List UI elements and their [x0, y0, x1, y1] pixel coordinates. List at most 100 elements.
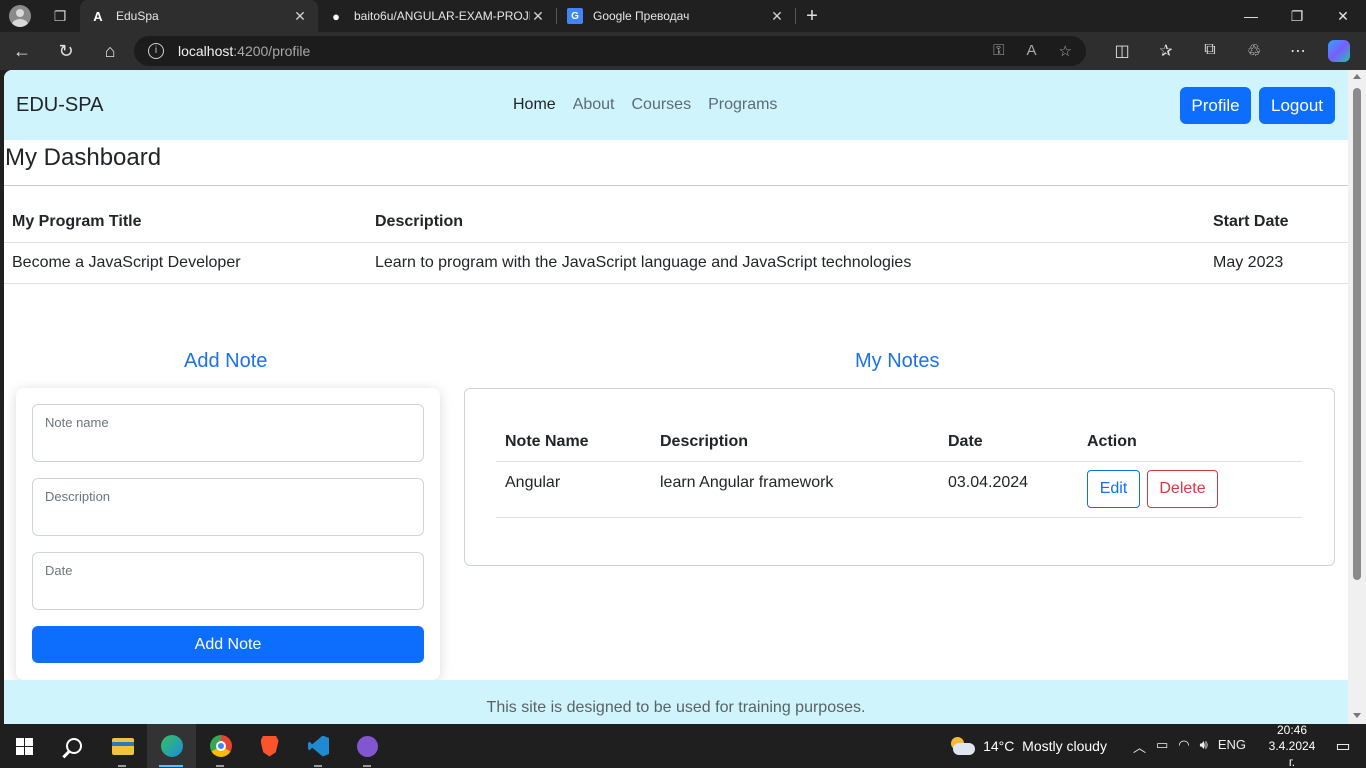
back-icon[interactable]: ← — [0, 32, 44, 70]
favorite-star-icon[interactable]: ☆ — [1059, 42, 1072, 60]
close-tab-icon[interactable]: ✕ — [530, 8, 546, 25]
password-key-icon[interactable]: ⚿ — [993, 42, 1004, 60]
windows-logo-icon — [16, 737, 33, 755]
tab-title: Google Преводач — [593, 9, 690, 23]
url-host: localhost — [178, 43, 234, 59]
close-window-icon[interactable]: ✕ — [1320, 8, 1366, 25]
url-path: :4200/profile — [233, 43, 311, 59]
clock[interactable]: 20:46 3.4.2024 г. — [1264, 722, 1320, 768]
edge-icon — [160, 735, 183, 757]
new-tab-icon[interactable]: + — [796, 5, 828, 28]
angular-icon: A — [93, 8, 103, 24]
browser-tab-strip: ❐ A EduSpa ✕ ● baito6u/ANGULAR-EXAM-PROJ… — [0, 0, 1366, 32]
notifications-icon[interactable]: ▭ — [1320, 736, 1366, 756]
column-header: Note Name — [505, 433, 589, 450]
table-row: Angular learn Angular framework 03.04.20… — [496, 462, 1302, 518]
weather-icon[interactable] — [949, 737, 976, 755]
restore-icon[interactable]: ❐ — [1274, 8, 1320, 25]
weather-text[interactable]: 14°C Mostly cloudy — [983, 738, 1107, 754]
collections-icon[interactable]: ⧉ — [1188, 41, 1232, 61]
profile-button[interactable]: Profile — [1180, 87, 1251, 124]
note-name-cell: Angular — [505, 474, 561, 491]
address-bar-row: ← ↻ ⌂ i localhost:4200/profile ⚿ A ☆ ◫ ✰… — [0, 32, 1366, 70]
browser-tab-github[interactable]: ● baito6u/ANGULAR-EXAM-PROJE ✕ — [318, 0, 556, 32]
browser-tab-eduspa[interactable]: A EduSpa ✕ — [80, 0, 318, 32]
minimize-icon[interactable]: — — [1228, 8, 1274, 25]
nav-link-programs[interactable]: Programs — [708, 96, 777, 114]
edge-taskbar-button[interactable] — [147, 724, 196, 768]
volume-icon[interactable]: 🔊︎ — [1200, 737, 1208, 756]
vscode-taskbar-button[interactable] — [294, 724, 343, 768]
search-button[interactable] — [49, 724, 98, 768]
table-header-row: Note Name Description Date Action — [496, 424, 1302, 462]
note-name-placeholder: Note name — [45, 415, 109, 430]
file-explorer-button[interactable] — [98, 724, 147, 768]
workspaces-icon[interactable]: ❐ — [40, 0, 80, 32]
note-date-cell: 03.04.2024 — [948, 474, 1029, 491]
language-indicator[interactable]: ENG — [1218, 737, 1246, 756]
site-info-icon[interactable]: i — [148, 43, 164, 59]
favorites-icon[interactable]: ✰ — [1144, 41, 1188, 61]
tab-title: EduSpa — [116, 9, 159, 23]
battery-icon[interactable]: ▭ — [1156, 737, 1168, 756]
folder-icon — [111, 737, 134, 755]
read-aloud-icon[interactable]: A — [1027, 42, 1037, 60]
nav-link-about[interactable]: About — [573, 96, 615, 114]
chevron-up-icon[interactable]: ︿ — [1133, 737, 1146, 756]
page-title: My Dashboard — [5, 144, 162, 171]
close-tab-icon[interactable]: ✕ — [769, 8, 785, 25]
home-icon[interactable]: ⌂ — [88, 32, 132, 70]
nav-link-home[interactable]: Home — [513, 96, 556, 114]
brave-taskbar-button[interactable] — [245, 724, 294, 768]
edit-button[interactable]: Edit — [1087, 470, 1140, 508]
refresh-icon[interactable]: ↻ — [44, 32, 88, 70]
wifi-icon[interactable]: ◠ — [1178, 737, 1189, 756]
delete-button[interactable]: Delete — [1147, 470, 1218, 508]
page-scrollbar[interactable] — [1348, 70, 1366, 724]
app-navbar: EDU-SPA Home About Courses Programs Prof… — [4, 70, 1348, 140]
column-header: My Program Title — [12, 213, 142, 230]
split-screen-icon[interactable]: ◫ — [1100, 41, 1144, 61]
description-placeholder: Description — [45, 489, 111, 504]
program-table: My Program Title Description Start Date … — [4, 202, 1348, 284]
url-input[interactable]: i localhost:4200/profile ⚿ A ☆ — [134, 36, 1086, 66]
logout-button[interactable]: Logout — [1259, 87, 1335, 124]
note-name-field[interactable]: Note name — [32, 404, 424, 462]
github-desktop-icon — [357, 735, 378, 757]
scroll-up-icon[interactable] — [1353, 74, 1361, 79]
search-icon — [65, 738, 82, 754]
tab-title: baito6u/ANGULAR-EXAM-PROJE — [354, 9, 530, 23]
add-note-title: Add Note — [184, 350, 268, 372]
notes-table: Note Name Description Date Action Angula… — [496, 424, 1302, 518]
start-button[interactable] — [0, 724, 49, 768]
page-viewport: EDU-SPA Home About Courses Programs Prof… — [4, 70, 1348, 724]
date-placeholder: Date — [45, 563, 73, 578]
column-header: Start Date — [1213, 213, 1289, 230]
scroll-down-icon[interactable] — [1353, 713, 1361, 718]
profile-avatar-icon[interactable] — [0, 0, 40, 32]
extensions-icon[interactable]: ♲ — [1232, 41, 1276, 61]
date-field[interactable]: Date — [32, 552, 424, 610]
chrome-taskbar-button[interactable] — [196, 724, 245, 768]
nav-link-courses[interactable]: Courses — [632, 96, 692, 114]
description-field[interactable]: Description — [32, 478, 424, 536]
column-header: Action — [1087, 433, 1137, 450]
system-tray: 14°C Mostly cloudy ︿ ▭ ◠ 🔊︎ ENG 20:46 3.… — [949, 722, 1366, 768]
column-header: Description — [375, 213, 464, 230]
table-row: Become a JavaScript Developer Learn to p… — [4, 243, 1348, 284]
add-note-button[interactable]: Add Note — [32, 626, 424, 663]
scrollbar-thumb[interactable] — [1353, 88, 1361, 580]
github-desktop-taskbar-button[interactable] — [343, 724, 392, 768]
more-menu-icon[interactable]: ⋯ — [1276, 41, 1320, 61]
clock-time: 20:46 — [1276, 723, 1308, 737]
copilot-icon[interactable] — [1328, 40, 1350, 62]
program-title-cell: Become a JavaScript Developer — [12, 254, 241, 271]
add-note-form: Note name Description Date Add Note — [16, 388, 440, 680]
window-controls: — ❐ ✕ — [1228, 8, 1366, 25]
brand-logo[interactable]: EDU-SPA — [16, 94, 103, 117]
program-start-date-cell: May 2023 — [1213, 254, 1284, 271]
close-tab-icon[interactable]: ✕ — [292, 8, 308, 25]
brave-icon — [260, 735, 279, 757]
browser-tab-translate[interactable]: G Google Преводач ✕ — [557, 0, 795, 32]
note-description-cell: learn Angular framework — [660, 474, 834, 491]
